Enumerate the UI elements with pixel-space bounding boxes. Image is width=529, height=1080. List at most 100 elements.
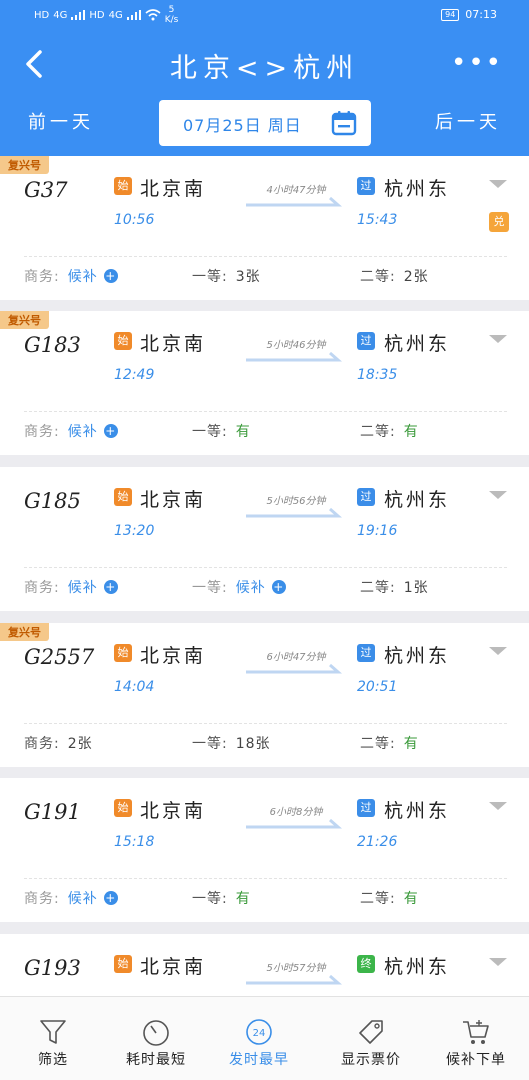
train-card[interactable]: G191 始 北京南 15:18 6小时8分钟 过 杭州东 21:26 商务: … (0, 778, 529, 922)
seat-label: 二等: (360, 269, 396, 285)
seat-business[interactable]: 商务: 候补 + (24, 888, 118, 908)
seat-second[interactable]: 二等: 1张 (360, 577, 429, 597)
from-station: 北京南 (140, 489, 207, 511)
to-station: 杭州东 (384, 178, 451, 200)
divider (24, 567, 507, 568)
to-station: 杭州东 (384, 956, 451, 978)
train-card[interactable]: 复兴号 G37 始 北京南 10:56 4小时47分钟 过 杭州东 15:43 … (0, 156, 529, 300)
net-speed: 5 K/s (165, 5, 179, 25)
arrow-icon (246, 507, 342, 518)
seat-value: 有 (403, 891, 419, 907)
divider (24, 878, 507, 879)
price-tag-icon (359, 1020, 383, 1044)
seat-business[interactable]: 商务: 候补 + (24, 266, 118, 286)
plus-icon[interactable]: + (271, 580, 286, 594)
to-station: 杭州东 (384, 333, 451, 355)
train-card[interactable]: G193 始 北京南 5小时57分钟 终 杭州东 (0, 934, 529, 996)
train-card[interactable]: 复兴号 G183 始 北京南 12:49 5小时46分钟 过 杭州东 18:35… (0, 311, 529, 455)
train-number: G191 (24, 800, 81, 824)
more-icon[interactable]: ••• (451, 48, 503, 78)
next-day-button[interactable]: 后一天 (435, 108, 501, 134)
seat-label: 商务: (24, 424, 60, 440)
train-card[interactable]: 复兴号 G2557 始 北京南 14:04 6小时47分钟 过 杭州东 20:5… (0, 623, 529, 767)
seat-business[interactable]: 商务: 2张 (24, 733, 93, 753)
train-number: G183 (24, 333, 81, 357)
chevron-down-icon[interactable] (489, 491, 507, 499)
nav-filter[interactable]: 筛选 (0, 997, 106, 1080)
train-number: G185 (24, 489, 81, 513)
fuxing-tag: 复兴号 (0, 311, 49, 329)
seat-business[interactable]: 商务: 候补 + (24, 577, 118, 597)
seat-value: 候补 (67, 269, 98, 285)
to-station: 杭州东 (384, 489, 451, 511)
fuxing-tag: 复兴号 (0, 156, 49, 174)
plus-icon[interactable]: + (103, 424, 118, 438)
seat-first[interactable]: 一等: 候补 + (192, 577, 286, 597)
plus-icon[interactable]: + (103, 891, 118, 905)
plus-icon[interactable]: + (103, 580, 118, 594)
duration: 5小时57分钟 (266, 963, 326, 974)
arrive-time: 15:43 (357, 212, 398, 228)
train-card[interactable]: G185 始 北京南 13:20 5小时56分钟 过 杭州东 19:16 商务:… (0, 467, 529, 611)
pass-badge: 过 (357, 332, 375, 350)
arrow-icon (246, 351, 342, 362)
nav-earliest[interactable]: 24 发时最早 (206, 997, 312, 1080)
app-header: HD 4G HD 4G 5 K/s 94 07:13 北京<>杭州 ••• 前一… (0, 0, 529, 156)
seat-first[interactable]: 一等: 18张 (192, 733, 271, 753)
nav-shortest[interactable]: 耗时最短 (103, 997, 209, 1080)
status-right: 94 07:13 (441, 8, 497, 21)
fuxing-tag: 复兴号 (0, 623, 49, 641)
nav-label: 筛选 (38, 1052, 68, 1068)
seat-first[interactable]: 一等: 3张 (192, 266, 261, 286)
net-speed-value: 5 (168, 5, 175, 15)
chevron-down-icon[interactable] (489, 335, 507, 343)
start-badge: 始 (114, 332, 132, 350)
duration: 6小时8分钟 (269, 807, 323, 818)
seat-business[interactable]: 商务: 候补 + (24, 421, 118, 441)
date-bar: 前一天 07月25日 周日 后一天 (0, 100, 529, 146)
chevron-down-icon[interactable] (489, 958, 507, 966)
arrive-time: 20:51 (357, 679, 398, 695)
to-station: 杭州东 (384, 800, 451, 822)
plus-icon[interactable]: + (103, 269, 118, 283)
seat-second[interactable]: 二等: 有 (360, 421, 419, 441)
page-title: 北京<>杭州 (169, 53, 360, 84)
calendar-icon (331, 111, 357, 136)
seat-first[interactable]: 一等: 有 (192, 888, 251, 908)
chevron-down-icon[interactable] (489, 180, 507, 188)
seat-label: 商务: (24, 580, 60, 596)
seat-label: 二等: (360, 736, 396, 752)
depart-time: 10:56 (114, 212, 155, 228)
nav-label: 耗时最短 (126, 1052, 186, 1068)
network-label-2: 4G (108, 9, 123, 21)
clock-24-icon: 24 (246, 1019, 272, 1045)
nav-waitlist[interactable]: 候补下单 (423, 997, 529, 1080)
seat-second[interactable]: 二等: 有 (360, 733, 419, 753)
chevron-down-icon[interactable] (489, 802, 507, 810)
seat-value: 候补 (67, 891, 98, 907)
seat-second[interactable]: 二等: 2张 (360, 266, 429, 286)
train-number: G2557 (24, 645, 95, 669)
seat-first[interactable]: 一等: 有 (192, 421, 251, 441)
filter-icon (40, 1020, 66, 1044)
seat-value: 候补 (67, 424, 98, 440)
divider (24, 256, 507, 257)
nav-price[interactable]: 显示票价 (318, 997, 424, 1080)
hd-label-2: HD (89, 9, 105, 21)
prev-day-button[interactable]: 前一天 (28, 108, 94, 134)
net-speed-unit: K/s (164, 15, 179, 25)
start-badge: 始 (114, 177, 132, 195)
arrive-time: 19:16 (357, 523, 398, 539)
seat-second[interactable]: 二等: 有 (360, 888, 419, 908)
date-text: 07月25日 周日 (183, 116, 302, 135)
chevron-down-icon[interactable] (489, 647, 507, 655)
network-label-1: 4G (53, 9, 68, 21)
nav-label: 发时最早 (229, 1052, 289, 1068)
seat-value: 2张 (67, 736, 93, 752)
seat-label: 一等: (192, 269, 228, 285)
battery-icon: 94 (441, 8, 460, 21)
date-picker[interactable]: 07月25日 周日 (159, 100, 371, 146)
pass-badge: 过 (357, 799, 375, 817)
duration: 6小时47分钟 (266, 652, 326, 663)
timer-icon (143, 1020, 169, 1046)
